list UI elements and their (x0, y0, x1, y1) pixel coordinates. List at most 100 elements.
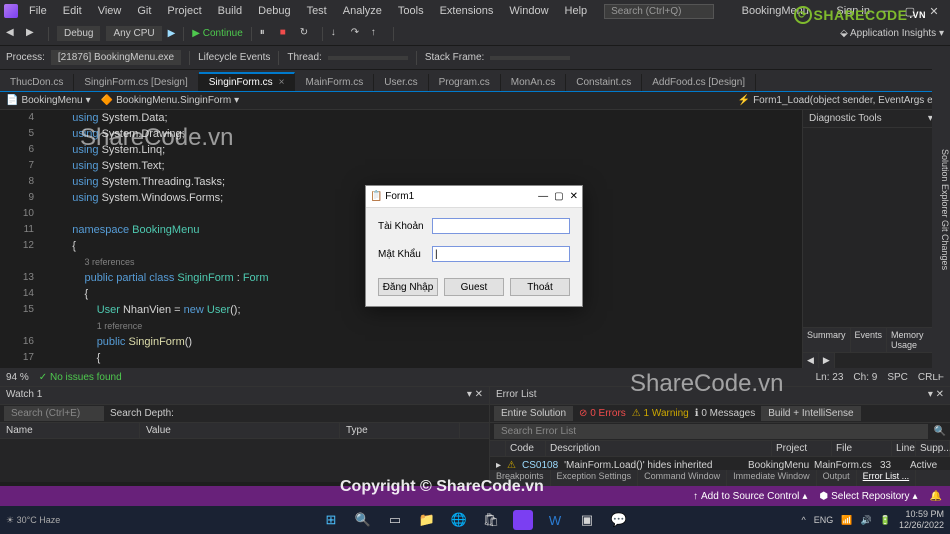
menu-view[interactable]: View (91, 3, 129, 19)
stop-icon[interactable]: ■ (280, 27, 294, 41)
menu-project[interactable]: Project (160, 3, 208, 19)
select-repo[interactable]: ⬢ Select Repository ▴ (819, 491, 917, 502)
weather-widget[interactable]: ☀ 30°C Haze (6, 515, 60, 526)
menu-edit[interactable]: Edit (56, 3, 89, 19)
terminal-icon[interactable]: ▣ (577, 510, 597, 530)
nav-namespace[interactable]: 🔶 BookingMenu.SinginForm ▾ (101, 95, 240, 106)
watch-col-type[interactable]: Type (340, 423, 460, 438)
warning-count[interactable]: ⚠ 1 Warning (632, 408, 689, 419)
menu-analyze[interactable]: Analyze (336, 3, 389, 19)
menu-extensions[interactable]: Extensions (433, 3, 501, 19)
store-icon[interactable]: 🛍 (481, 510, 501, 530)
tab-constaint-cs[interactable]: Constaint.cs (566, 74, 642, 91)
tab-addfood-cs--design-[interactable]: AddFood.cs [Design] (642, 74, 756, 91)
dialog-min-button[interactable]: — (538, 191, 548, 202)
tray-chevron[interactable]: ^ (802, 515, 806, 525)
search-input[interactable]: Search (Ctrl+Q) (604, 4, 714, 19)
menu-test[interactable]: Test (300, 3, 334, 19)
solution-scope[interactable]: Entire Solution (494, 406, 573, 421)
source-control[interactable]: ↑ Add to Source Control ▴ (693, 491, 807, 502)
output-tab[interactable]: Command Window (638, 470, 727, 486)
err-col[interactable]: File (832, 441, 892, 456)
error-search[interactable]: Search Error List (494, 424, 928, 439)
menu-debug[interactable]: Debug (251, 3, 297, 19)
menu-file[interactable]: File (22, 3, 54, 19)
tab-monan-cs[interactable]: MonAn.cs (501, 74, 566, 91)
diag-tab-events[interactable]: Events (851, 328, 888, 352)
menu-git[interactable]: Git (130, 3, 158, 19)
pause-icon[interactable]: ⏸ (260, 27, 274, 41)
tab-mainform-cs[interactable]: MainForm.cs (295, 74, 374, 91)
nav-back-icon[interactable]: ◀ (6, 27, 20, 41)
output-tab[interactable]: Error List ... (857, 470, 917, 486)
watch-search[interactable]: Search (Ctrl+E) (4, 406, 104, 421)
nav-project[interactable]: 📄 BookingMenu ▾ (6, 95, 91, 106)
edge-icon[interactable]: 🌐 (449, 510, 469, 530)
menu-window[interactable]: Window (502, 3, 555, 19)
config-dropdown[interactable]: Debug (57, 26, 100, 41)
tab-thucdon-cs[interactable]: ThucDon.cs (0, 74, 74, 91)
menu-help[interactable]: Help (558, 3, 595, 19)
err-col[interactable]: Project (772, 441, 832, 456)
panel-controls[interactable]: ▾ ✕ (928, 389, 944, 402)
watch-col-name[interactable]: Name (0, 423, 140, 438)
task-view[interactable]: ▭ (385, 510, 405, 530)
start-button[interactable]: ⊞ (321, 510, 341, 530)
search-icon[interactable]: 🔍 (934, 426, 946, 437)
err-col[interactable]: Line (892, 441, 916, 456)
continue-button[interactable]: ▶ Continue (192, 28, 243, 39)
platform-dropdown[interactable]: Any CPU (106, 26, 161, 41)
thread-dropdown[interactable] (328, 56, 408, 60)
output-tab[interactable]: Immediate Window (727, 470, 817, 486)
stack-dropdown[interactable] (490, 56, 570, 60)
notifications-icon[interactable]: 🔔 (930, 491, 942, 502)
tab-singinform-cs[interactable]: SinginForm.cs× (199, 72, 296, 91)
dialog-close-button[interactable]: ✕ (570, 191, 578, 202)
diag-nav-right[interactable]: ▶ (819, 353, 835, 368)
vs-taskbar-icon[interactable] (513, 510, 533, 530)
watch-col-value[interactable]: Value (140, 423, 340, 438)
clock-time[interactable]: 10:59 PM (899, 509, 944, 520)
dialog-max-button[interactable]: ▢ (554, 191, 563, 202)
volume-icon[interactable]: 🔊 (861, 515, 872, 526)
explorer-icon[interactable]: 📁 (417, 510, 437, 530)
teams-icon[interactable]: 💬 (609, 510, 629, 530)
word-icon[interactable]: W (545, 510, 565, 530)
restart-icon[interactable]: ↻ (300, 27, 314, 41)
nav-method[interactable]: ⚡ Form1_Load(object sender, EventArgs e)… (738, 95, 944, 106)
step-into-icon[interactable]: ↓ (331, 27, 345, 41)
output-tab[interactable]: Output (817, 470, 857, 486)
step-over-icon[interactable]: ↷ (351, 27, 365, 41)
password-input[interactable] (432, 246, 570, 262)
err-col[interactable]: Code (506, 441, 546, 456)
login-button[interactable]: Đăng Nhập (378, 278, 438, 296)
issues-status[interactable]: ✓ No issues found (39, 372, 122, 383)
tab-user-cs[interactable]: User.cs (374, 74, 428, 91)
error-count[interactable]: ⊘ 0 Errors (579, 408, 626, 419)
battery-icon[interactable]: 🔋 (880, 515, 891, 526)
guest-button[interactable]: Guest (444, 278, 504, 296)
close-button[interactable]: ✕ (926, 5, 942, 18)
nav-fwd-icon[interactable]: ▶ (26, 27, 40, 41)
exit-button[interactable]: Thoát (510, 278, 570, 296)
output-tab[interactable]: Breakpoints (490, 470, 551, 486)
tab-singinform-cs--design-[interactable]: SinginForm.cs [Design] (74, 74, 198, 91)
message-count[interactable]: ℹ 0 Messages (695, 408, 756, 419)
process-dropdown[interactable]: [21876] BookingMenu.exe (51, 50, 181, 65)
app-insights[interactable]: ⬙ Application Insights ▾ (840, 28, 944, 39)
menu-tools[interactable]: Tools (391, 3, 431, 19)
lang-indicator[interactable]: ENG (814, 515, 834, 525)
right-tool-tabs[interactable]: Solution Explorer Git Changes (932, 46, 950, 374)
tab-program-cs[interactable]: Program.cs (429, 74, 501, 91)
wifi-icon[interactable]: 📶 (841, 515, 852, 526)
search-button[interactable]: 🔍 (353, 510, 373, 530)
clock-date[interactable]: 12/26/2022 (899, 520, 944, 531)
username-input[interactable] (432, 218, 570, 234)
spaces-mode[interactable]: SPC (887, 372, 908, 383)
panel-controls[interactable]: ▾ ✕ (467, 389, 483, 402)
menu-build[interactable]: Build (211, 3, 249, 19)
run-button[interactable]: ▶ (168, 28, 176, 39)
output-tab[interactable]: Exception Settings (551, 470, 639, 486)
err-col[interactable]: Supp... (916, 441, 950, 456)
err-col[interactable]: Description (546, 441, 772, 456)
